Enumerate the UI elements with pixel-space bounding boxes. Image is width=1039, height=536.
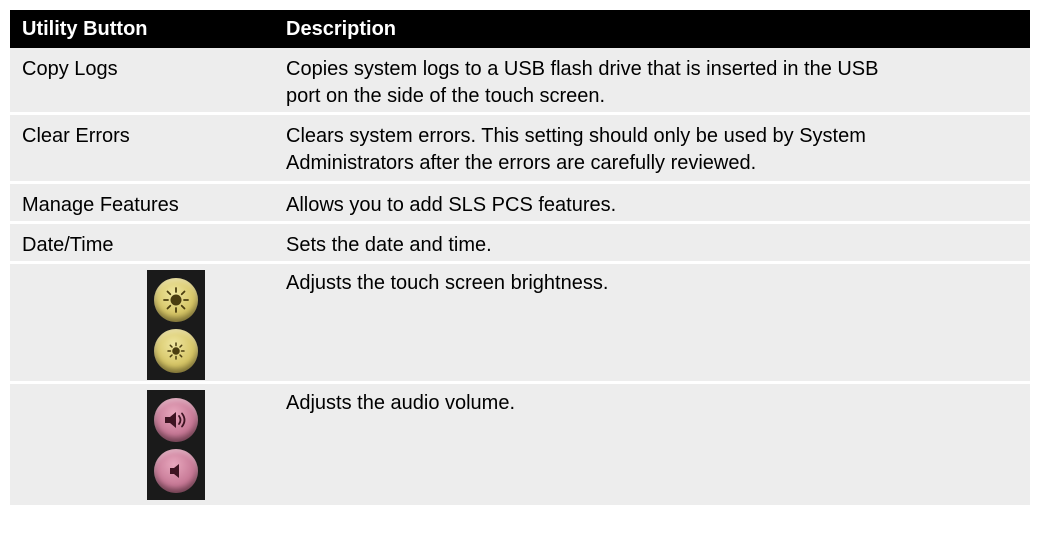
button-name-date-time: Date/Time [22, 234, 114, 256]
description-line: port on the side of the touch screen. [286, 85, 606, 107]
button-name-manage-features: Manage Features [22, 194, 179, 216]
table-row: Manage Features Allows you to add SLS PC… [10, 184, 1030, 224]
description-clear-errors: Clears system errors. This setting shoul… [272, 123, 1030, 177]
table-row: Date/Time Sets the date and time. [10, 224, 1030, 264]
volume-down-icon [154, 448, 198, 493]
description-copy-logs: Copies system logs to a USB flash drive … [272, 56, 1030, 110]
button-name-clear-errors: Clear Errors [22, 125, 130, 147]
description-volume: Adjusts the audio volume. [286, 392, 516, 414]
table-row: Clear Errors Clears system errors. This … [10, 115, 1030, 184]
brightness-buttons-cell [10, 270, 272, 380]
description-brightness: Adjusts the touch screen brightness. [286, 272, 609, 294]
description-line: Clears system errors. This setting shoul… [286, 125, 866, 147]
description-manage-features: Allows you to add SLS PCS features. [286, 194, 617, 216]
brightness-button-stack [147, 270, 205, 380]
volume-buttons-cell [10, 390, 272, 500]
brightness-up-icon [154, 277, 198, 322]
volume-up-icon [154, 397, 198, 442]
table-row: Adjusts the touch screen brightness. [10, 264, 1030, 384]
description-line: Administrators after the errors are care… [286, 152, 757, 174]
description-date-time: Sets the date and time. [286, 234, 492, 256]
description-line: Copies system logs to a USB flash drive … [286, 58, 879, 80]
table-header: Utility Button Description [10, 10, 1030, 48]
utility-buttons-table: Utility Button Description Copy Logs Cop… [10, 10, 1030, 508]
table-row: Copy Logs Copies system logs to a USB fl… [10, 48, 1030, 115]
table-row: Adjusts the audio volume. [10, 384, 1030, 508]
volume-button-stack [147, 390, 205, 500]
button-name-copy-logs: Copy Logs [22, 58, 118, 80]
header-utility-button: Utility Button [22, 17, 148, 40]
brightness-down-icon [154, 328, 198, 373]
header-description: Description [286, 17, 397, 40]
